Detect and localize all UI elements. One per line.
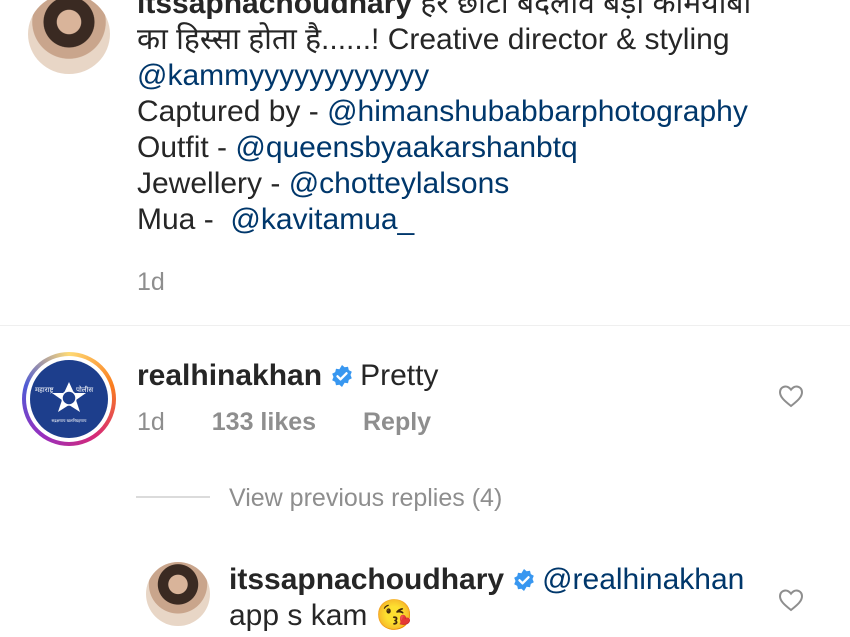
reply-text: app s kam: [229, 599, 368, 632]
jewellery-label: Jewellery -: [137, 167, 289, 200]
caption-username[interactable]: itssapnachoudhary: [137, 0, 412, 20]
reply-body: itssapnachoudhary @realhinakhan app s ka…: [229, 562, 744, 634]
verified-badge-icon: [332, 365, 352, 387]
avatar-text-bottom: सद्रक्षणाय खलनिग्रहणाय: [51, 418, 87, 423]
verified-badge-icon: [514, 569, 534, 591]
avatar-text-left: महाराष्ट्र: [35, 387, 54, 394]
like-reply-heart-icon[interactable]: [778, 588, 804, 612]
avatar-text-right: पोलीस: [76, 387, 94, 394]
outfit-label: Outfit -: [137, 131, 236, 164]
mention-mua[interactable]: @kavitamua_: [230, 203, 414, 236]
comment-timestamp: 1d: [137, 408, 165, 436]
replies-line: [136, 496, 210, 498]
police-badge-icon: [52, 382, 86, 412]
post-caption: itssapnachoudhary हर छोटा बदलाव बड़ी काम…: [137, 0, 837, 238]
comment-username[interactable]: realhinakhan: [137, 359, 322, 392]
mua-label: Mua -: [137, 203, 223, 236]
post-caption-avatar[interactable]: [28, 0, 110, 74]
mention-director[interactable]: @kammyyyyyyyyyyyy: [137, 59, 429, 92]
view-previous-replies-button[interactable]: View previous replies (4): [229, 484, 502, 513]
comment-meta: 1d 133 likes Reply: [137, 408, 431, 437]
comment-reply-button[interactable]: Reply: [363, 408, 431, 436]
comment-body: realhinakhan Pretty: [137, 358, 438, 394]
reply-mention[interactable]: @realhinakhan: [542, 563, 744, 596]
reply-username[interactable]: itssapnachoudhary: [229, 563, 504, 596]
comment-likes[interactable]: 133 likes: [212, 408, 316, 436]
reply-avatar[interactable]: [146, 562, 210, 626]
caption-text-line2: का हिस्सा होता है......! Creative direct…: [137, 23, 730, 56]
comment-text: Pretty: [360, 359, 439, 392]
mention-captured[interactable]: @himanshubabbarphotography: [327, 95, 748, 128]
caption-text-line1: हर छोटा बदलाव बड़ी कामयाबी: [420, 0, 752, 20]
section-divider: [0, 325, 850, 326]
mention-outfit[interactable]: @queensbyaakarshanbtq: [235, 131, 577, 164]
mention-jewellery[interactable]: @chotteylalsons: [289, 167, 510, 200]
kiss-emoji: 😘: [375, 599, 414, 632]
like-comment-heart-icon[interactable]: [778, 384, 804, 408]
captured-label: Captured by -: [137, 95, 328, 128]
comment-avatar[interactable]: महाराष्ट्र पोलीस सद्रक्षणाय खलनिग्रहणाय: [22, 352, 116, 446]
caption-timestamp: 1d: [137, 268, 165, 296]
